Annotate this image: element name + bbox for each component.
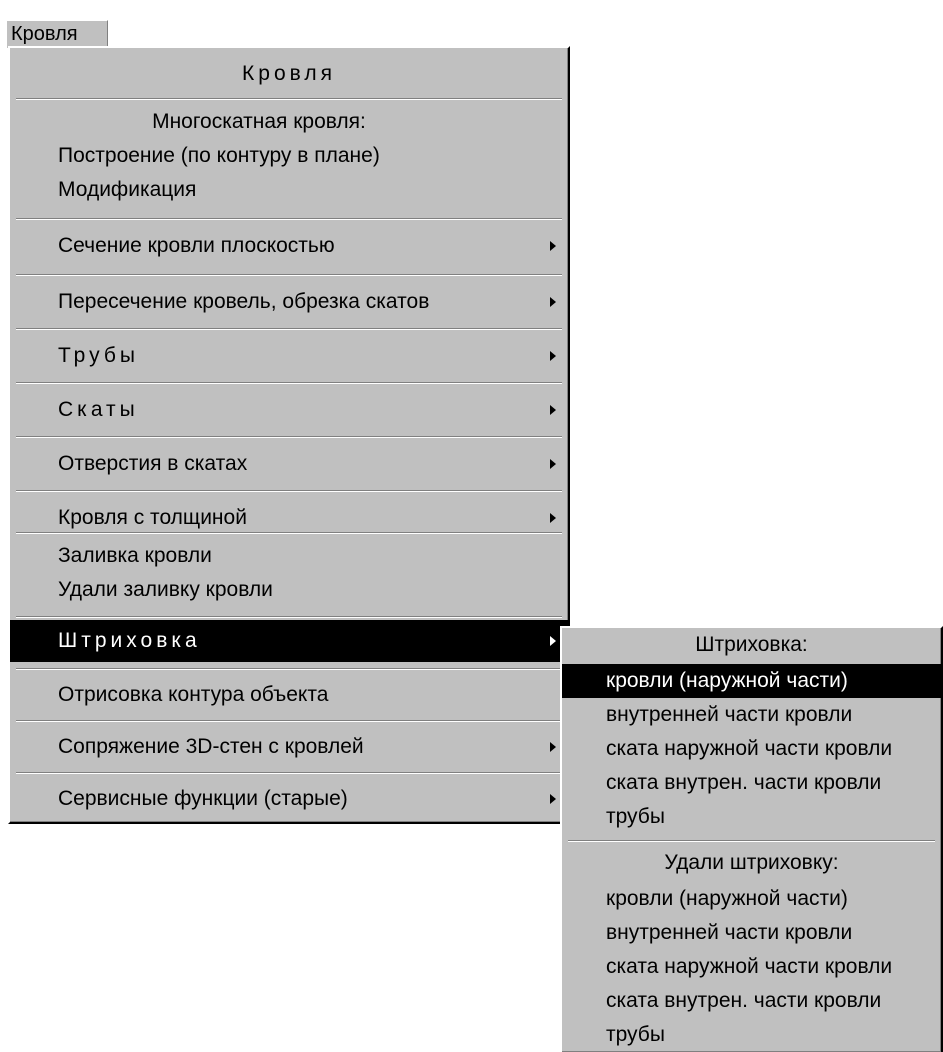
hatch-item-slope-inner[interactable]: ската внутрен. части кровли [562, 766, 941, 800]
menu-item-label: Отверстия в скатах [58, 452, 248, 475]
separator [16, 532, 562, 534]
hatch-item-pipes[interactable]: трубы [562, 800, 941, 834]
remove-hatch-item-roof-outer[interactable]: кровли (наружной части) [562, 882, 941, 916]
menu-item-label: Сопряжение 3D-стен с кровлей [58, 735, 364, 758]
submenu-arrow-icon [550, 742, 556, 752]
menu-item-label: Сервисные функции (старые) [58, 787, 348, 810]
menu-header: Кровля [242, 62, 336, 85]
menu-item-slopes[interactable]: Скаты [10, 384, 568, 436]
menu-item-modify[interactable]: Модификация [58, 178, 568, 202]
remove-hatch-item-roof-inner[interactable]: внутренней части кровли [562, 916, 941, 950]
remove-hatch-item-slope-outer[interactable]: ската наружной части кровли [562, 950, 941, 984]
menu-item-label: Отрисовка контура объекта [58, 683, 329, 706]
menu-item-label: Кровля с толщиной [58, 506, 247, 529]
multi-slope-title: Многоскатная кровля: [152, 110, 366, 133]
hatch-item-roof-outer[interactable]: кровли (наружной части) [562, 664, 941, 698]
menu-item-label: Трубы [58, 344, 139, 367]
separator [568, 840, 935, 842]
menu-item-outline[interactable]: Отрисовка контура объекта [10, 672, 568, 718]
hatch-item-roof-inner[interactable]: внутренней части кровли [562, 698, 941, 732]
menu-item-service[interactable]: Сервисные функции (старые) [10, 776, 568, 822]
remove-hatch-title: Удали штриховку: [664, 851, 839, 874]
menubar-item-roof[interactable]: Кровля [6, 20, 108, 48]
remove-hatch-item-slope-inner[interactable]: ската внутрен. части кровли [562, 984, 941, 1018]
separator [16, 720, 562, 722]
multi-slope-group: Многоскатная кровля: Построение (по конт… [10, 104, 568, 214]
submenu-arrow-icon [550, 351, 556, 361]
menu-item-label: Штриховка [58, 629, 201, 652]
menu-item-fill[interactable]: Заливка кровли [58, 544, 568, 568]
menu-item-walls[interactable]: Сопряжение 3D-стен с кровлей [10, 724, 568, 770]
hatch-submenu-title: Штриховка: [695, 633, 808, 656]
menu-item-section[interactable]: Сечение кровли плоскостью [10, 220, 568, 272]
menu-item-intersect[interactable]: Пересечение кровель, обрезка скатов [10, 276, 568, 328]
fill-group: Заливка кровли Удали заливку кровли [10, 536, 568, 616]
menu-item-label: Скаты [58, 398, 139, 421]
submenu-arrow-icon [550, 513, 556, 523]
submenu-arrow-icon [550, 241, 556, 251]
menu-item-label: Пересечение кровель, обрезка скатов [58, 290, 430, 313]
submenu-arrow-icon [550, 405, 556, 415]
separator [16, 98, 562, 100]
separator [16, 668, 562, 670]
menu-item-build[interactable]: Построение (по контуру в плане) [58, 144, 568, 168]
submenu-arrow-icon [550, 636, 556, 646]
roof-menu: Кровля Многоскатная кровля: Построение (… [8, 46, 570, 824]
menu-item-pipes[interactable]: Трубы [10, 330, 568, 382]
submenu-arrow-icon [550, 297, 556, 307]
hatch-submenu: Штриховка: кровли (наружной части) внутр… [560, 626, 943, 1052]
remove-hatch-item-pipes[interactable]: трубы [562, 1018, 941, 1052]
submenu-arrow-icon [550, 794, 556, 804]
separator [16, 616, 562, 618]
menu-item-remove-fill[interactable]: Удали заливку кровли [58, 578, 568, 602]
hatch-item-slope-outer[interactable]: ската наружной части кровли [562, 732, 941, 766]
menu-item-label: Сечение кровли плоскостью [58, 234, 335, 257]
submenu-arrow-icon [550, 459, 556, 469]
menu-item-openings[interactable]: Отверстия в скатах [10, 438, 568, 490]
separator [16, 772, 562, 774]
menu-item-hatch[interactable]: Штриховка [10, 620, 568, 662]
